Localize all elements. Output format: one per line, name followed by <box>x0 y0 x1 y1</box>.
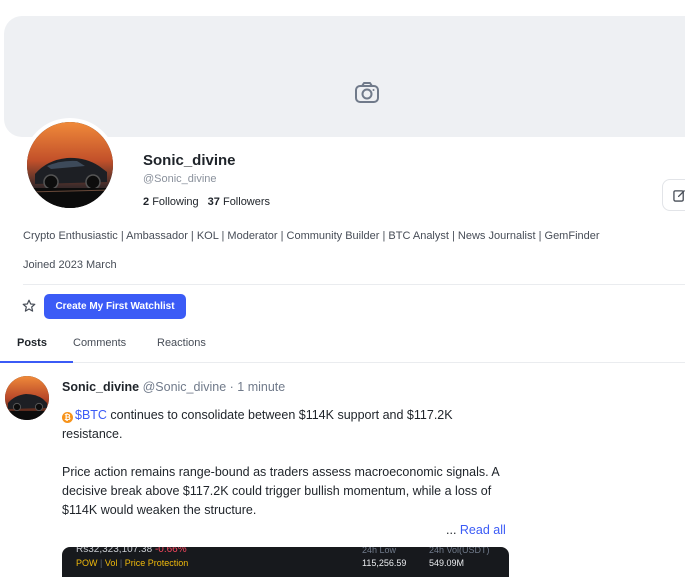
following-label: Following <box>152 196 199 208</box>
followers-link[interactable]: 37 Followers <box>208 196 270 208</box>
post-author-avatar[interactable] <box>5 376 49 420</box>
btc-coin-icon: ₿ <box>62 412 73 423</box>
cashtag-link[interactable]: $BTC <box>75 408 107 422</box>
media-tag: Price Protection <box>124 558 189 568</box>
camera-icon[interactable] <box>354 81 380 105</box>
follow-stats: 2 Following 37 Followers <box>143 196 270 208</box>
tab-comments[interactable]: Comments <box>73 337 126 349</box>
post-text-paragraph: Price action remains range-bound as trad… <box>62 465 500 517</box>
profile-handle: @Sonic_divine <box>143 173 217 185</box>
post-content: ₿ $BTC continues to consolidate between $… <box>62 406 512 520</box>
media-tag: Vol <box>104 558 118 568</box>
profile-bio: Crypto Enthusiastic | Ambassador | KOL |… <box>23 230 600 242</box>
post-author-handle[interactable]: @Sonic_divine <box>143 380 227 394</box>
media-price: Rs32,323,107.38 -0.66% <box>76 547 187 555</box>
star-icon[interactable] <box>22 299 36 313</box>
media-tags: POW | Vol | Price Protection <box>76 558 189 568</box>
create-watchlist-button[interactable]: Create My First Watchlist <box>44 294 186 319</box>
followers-label: Followers <box>222 196 271 208</box>
ellipsis: ... <box>446 523 457 537</box>
post-header: Sonic_divine @Sonic_divine · 1 minute <box>62 380 285 394</box>
read-all-link[interactable]: Read all <box>460 523 506 537</box>
post-media-image[interactable]: Rs32,323,107.38 -0.66% POW | Vol | Price… <box>62 547 509 577</box>
media-low-label: 24h Low <box>362 547 397 555</box>
edit-icon <box>673 190 685 202</box>
post-text-line1: continues to consolidate between $114K s… <box>62 408 453 441</box>
edit-profile-button[interactable] <box>662 179 685 211</box>
media-price-value: Rs32,323,107.38 <box>76 547 153 555</box>
media-vol-label: 24h Vol(USDT) <box>429 547 490 555</box>
following-count: 2 <box>143 196 150 208</box>
divider <box>23 284 685 285</box>
post-timestamp: · 1 minute <box>229 380 286 394</box>
tab-posts[interactable]: Posts <box>17 337 47 349</box>
media-vol-value: 549.09M <box>429 558 465 568</box>
avatar-image <box>5 376 49 420</box>
media-low-value: 115,256.59 <box>362 558 407 568</box>
profile-tabs: Posts Comments Reactions <box>0 330 685 363</box>
following-link[interactable]: 2 Following <box>143 196 199 208</box>
media-tag: POW <box>76 558 98 568</box>
post-author-name[interactable]: Sonic_divine <box>62 380 139 394</box>
profile-banner[interactable] <box>4 16 685 137</box>
active-tab-indicator <box>0 361 73 363</box>
read-all-row: ... Read all <box>446 523 506 537</box>
followers-count: 37 <box>207 196 220 208</box>
profile-avatar[interactable] <box>23 118 117 212</box>
avatar-image <box>27 122 113 208</box>
joined-date: Joined 2023 March <box>23 259 117 271</box>
profile-display-name: Sonic_divine <box>143 152 236 169</box>
media-change: -0.66% <box>154 547 187 555</box>
tab-reactions[interactable]: Reactions <box>157 337 206 349</box>
